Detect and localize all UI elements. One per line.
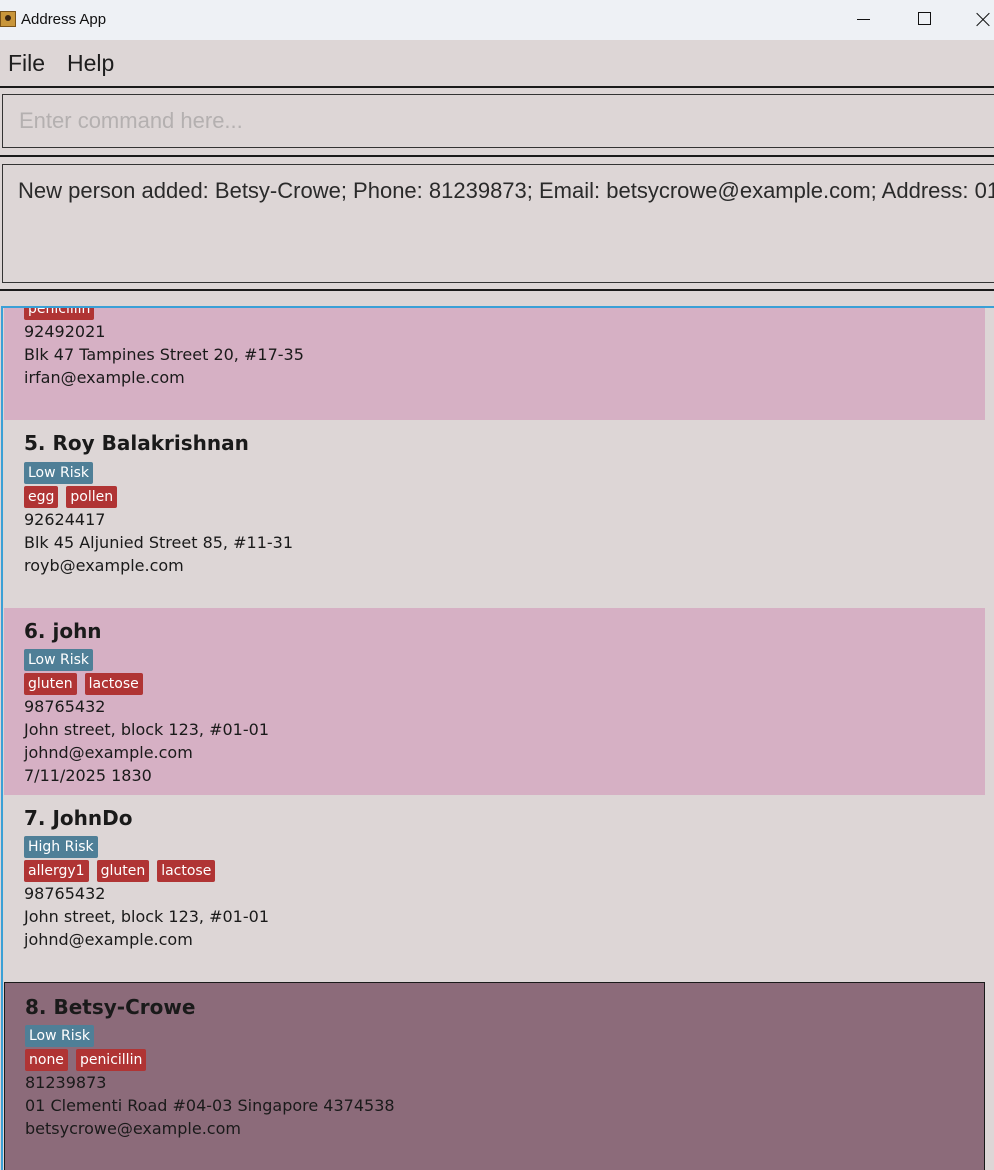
allergy-tags: penicillin <box>24 308 102 320</box>
risk-tags: Low Risk <box>25 1025 102 1047</box>
minimize-icon[interactable] <box>849 8 879 30</box>
person-name: 5. Roy Balakrishnan <box>24 431 249 455</box>
close-icon[interactable] <box>970 8 994 30</box>
person-address: 01 Clementi Road #04-03 Singapore 437453… <box>25 1096 395 1115</box>
person-email: johnd@example.com <box>24 743 193 762</box>
person-address: John street, block 123, #01-01 <box>24 720 269 739</box>
divider <box>0 289 994 291</box>
allergy-tag: egg <box>24 486 59 508</box>
person-phone: 98765432 <box>24 697 106 716</box>
command-box <box>2 94 994 148</box>
risk-tags: High Risk <box>24 836 106 858</box>
maximize-icon[interactable] <box>910 8 940 30</box>
person-list[interactable]: penicillin 92492021 Blk 47 Tampines Stre… <box>1 306 994 1170</box>
risk-tags: Low Risk <box>24 649 101 671</box>
menu-file[interactable]: File <box>8 50 45 77</box>
allergy-tag: pollen <box>66 486 118 508</box>
risk-tags: Low Risk <box>24 462 101 484</box>
person-phone: 98765432 <box>24 884 106 903</box>
allergy-tag: gluten <box>96 860 150 882</box>
result-text: New person added: Betsy-Crowe; Phone: 81… <box>18 178 994 203</box>
risk-tag: Low Risk <box>24 462 94 484</box>
person-phone: 81239873 <box>25 1073 107 1092</box>
menu-bar: File Help <box>0 40 994 88</box>
person-address: Blk 47 Tampines Street 20, #17-35 <box>24 345 304 364</box>
divider <box>0 155 994 157</box>
allergy-tag: penicillin <box>75 1049 147 1071</box>
risk-tag: Low Risk <box>24 649 94 671</box>
person-name: 8. Betsy-Crowe <box>25 995 196 1019</box>
person-card[interactable]: 5. Roy Balakrishnan Low Risk egg pollen 9… <box>4 420 985 608</box>
person-card[interactable]: 6. john Low Risk gluten lactose 98765432 … <box>4 608 985 795</box>
person-name: 7. JohnDo <box>24 806 133 830</box>
person-card[interactable]: penicillin 92492021 Blk 47 Tampines Stre… <box>4 308 985 420</box>
person-email: royb@example.com <box>24 556 184 575</box>
allergy-tags: gluten lactose <box>24 673 151 695</box>
menu-help[interactable]: Help <box>67 50 114 77</box>
person-phone: 92624417 <box>24 510 106 529</box>
person-address: John street, block 123, #01-01 <box>24 907 269 926</box>
allergy-tag: lactose <box>157 860 216 882</box>
person-appointment: 7/11/2025 1830 <box>24 766 152 785</box>
allergy-tags: egg pollen <box>24 486 125 508</box>
window-title: Address App <box>21 11 107 28</box>
allergy-tag: allergy1 <box>24 860 89 882</box>
person-email: irfan@example.com <box>24 368 185 387</box>
address-book-icon <box>0 11 16 27</box>
person-name: 6. john <box>24 619 102 643</box>
person-email: johnd@example.com <box>24 930 193 949</box>
person-email: betsycrowe@example.com <box>25 1119 241 1138</box>
risk-tag: Low Risk <box>25 1025 95 1047</box>
person-card[interactable]: 7. JohnDo High Risk allergy1 gluten lactos… <box>4 795 985 982</box>
allergy-tag: gluten <box>24 673 77 695</box>
allergy-tags: none penicillin <box>25 1049 154 1071</box>
person-card-selected[interactable]: 8. Betsy-Crowe Low Risk none penicillin 8… <box>4 982 985 1170</box>
risk-tag: High Risk <box>24 836 98 858</box>
person-phone: 92492021 <box>24 322 106 341</box>
result-display[interactable]: New person added: Betsy-Crowe; Phone: 81… <box>2 164 994 283</box>
title-bar: Address App <box>0 0 994 40</box>
command-input[interactable] <box>3 95 994 147</box>
allergy-tag: lactose <box>84 673 143 695</box>
allergy-tags: allergy1 gluten lactose <box>24 860 223 882</box>
allergy-tag: none <box>25 1049 68 1071</box>
person-address: Blk 45 Aljunied Street 85, #11-31 <box>24 533 293 552</box>
allergy-tag: penicillin <box>24 308 95 320</box>
